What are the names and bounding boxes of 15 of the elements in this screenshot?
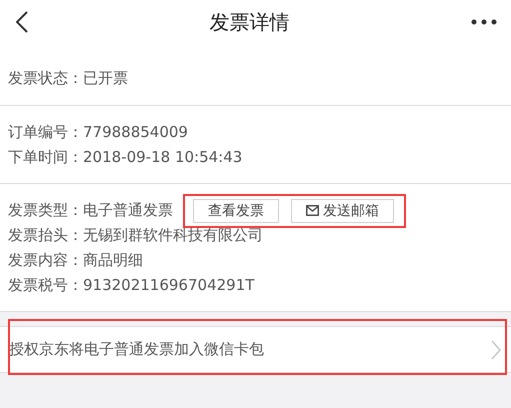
send-email-button[interactable]: 发送邮箱 (291, 198, 394, 222)
info-text: 发票类型：电子普通发票 (8, 201, 173, 220)
info-text: 发票状态：已开票 (8, 69, 128, 88)
page-title: 发票详情 (210, 8, 290, 36)
wechat-card-row[interactable]: 授权京东将电子普通发票加入微信卡包 (0, 326, 511, 373)
info-text: 发票抬头：无锡到群软件科技有限公司 (8, 226, 263, 245)
mail-icon (306, 205, 319, 216)
back-icon[interactable] (16, 11, 28, 33)
info-text: 发票税号：91320211696704291T (8, 276, 254, 295)
chevron-icon (491, 340, 501, 360)
view-invoice-button[interactable]: 查看发票 (193, 198, 279, 222)
info-text: 发票内容：商品明细 (8, 251, 143, 270)
more-icon[interactable] (471, 19, 497, 25)
info-text: 订单编号：77988854009 (8, 123, 188, 142)
info-text: 下单时间：2018-09-18 10:54:43 (8, 148, 242, 167)
